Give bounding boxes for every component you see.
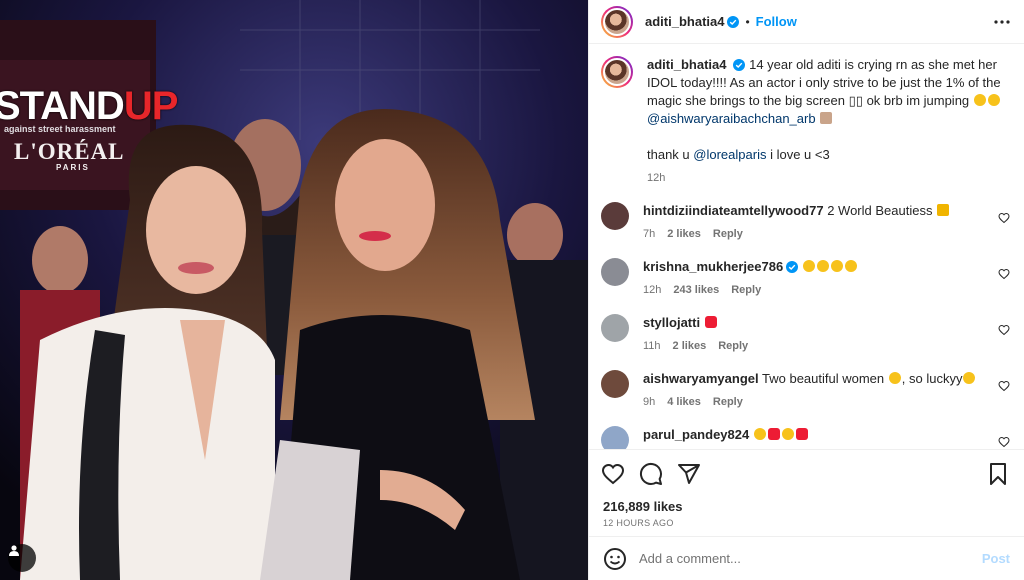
crying-emoji-icon bbox=[987, 94, 1000, 106]
action-bar bbox=[589, 449, 1024, 497]
post-timestamp: 12 HOURS AGO bbox=[603, 518, 674, 528]
tagged-users-button[interactable] bbox=[8, 544, 36, 572]
more-options-button[interactable] bbox=[994, 19, 1010, 24]
post-caption: aditi_bhatia4 14 year old aditi is cryin… bbox=[601, 56, 1010, 184]
comment-likes[interactable]: 243 likes bbox=[673, 284, 719, 296]
comment-item: hintdiziindiateamtellywood77 2 World Bea… bbox=[601, 202, 1010, 240]
comment-text-2: , so luckyy bbox=[901, 371, 963, 386]
heart-eyes-emoji-icon bbox=[753, 428, 766, 440]
box-glyphs: ▯▯ bbox=[848, 93, 863, 108]
comment-item: styllojatti 11h 2 likes Reply bbox=[601, 314, 1010, 352]
verified-badge-icon bbox=[733, 59, 746, 71]
mention-link[interactable]: @aishwaryaraibachchan_arb bbox=[647, 111, 816, 126]
thanks-prefix: thank u bbox=[647, 147, 690, 162]
comment-like-heart-icon[interactable] bbox=[998, 324, 1010, 336]
reply-button[interactable]: Reply bbox=[718, 340, 748, 352]
comment-like-heart-icon[interactable] bbox=[998, 380, 1010, 392]
comment-text: Two beautiful women bbox=[762, 371, 885, 386]
bookmark-icon[interactable] bbox=[986, 462, 1010, 486]
banner-brand: L'ORÉAL bbox=[14, 139, 125, 164]
heart-eyes-emoji-icon bbox=[816, 260, 829, 272]
comment-icon[interactable] bbox=[639, 462, 663, 486]
thanks-suffix: i love u <3 bbox=[770, 147, 830, 162]
caption-meta: 12h bbox=[647, 172, 1003, 184]
commenter-avatar[interactable] bbox=[601, 426, 629, 449]
commenter-username[interactable]: styllojatti bbox=[643, 315, 700, 330]
heart-eyes-emoji-icon bbox=[781, 428, 794, 440]
commenter-avatar[interactable] bbox=[601, 370, 629, 398]
comment-likes[interactable]: 2 likes bbox=[673, 340, 707, 352]
comment-input[interactable] bbox=[639, 551, 970, 566]
post-comment-button[interactable]: Post bbox=[982, 551, 1010, 566]
follow-button[interactable]: Follow bbox=[756, 14, 797, 29]
commenter-username[interactable]: krishna_mukherjee786 bbox=[643, 259, 783, 274]
comment-time: 7h bbox=[643, 228, 656, 240]
commenter-username[interactable]: parul_pandey824 bbox=[643, 427, 749, 442]
author-avatar[interactable] bbox=[601, 5, 633, 38]
comment-likes[interactable]: 4 likes bbox=[667, 396, 701, 408]
separator-dot: • bbox=[745, 14, 750, 29]
comment-time: 12h bbox=[643, 284, 662, 296]
commenter-avatar[interactable] bbox=[601, 314, 629, 342]
heart-eyes-emoji-icon bbox=[888, 372, 901, 384]
red-heart-emoji-icon bbox=[767, 428, 780, 440]
crown-emoji-icon bbox=[937, 204, 950, 216]
heart-eyes-emoji-icon bbox=[802, 260, 815, 272]
verified-badge-icon bbox=[727, 15, 740, 28]
commenter-username[interactable]: aishwaryamyangel bbox=[643, 371, 759, 386]
share-icon[interactable] bbox=[677, 462, 701, 486]
comment-like-heart-icon[interactable] bbox=[998, 212, 1010, 224]
comment-time: 9h bbox=[643, 396, 656, 408]
post-header: aditi_bhatia4 • Follow bbox=[589, 0, 1024, 44]
commenter-avatar[interactable] bbox=[601, 202, 629, 230]
post-photo[interactable]: STANDUP against street harassment L'ORÉA… bbox=[0, 0, 588, 580]
commenter-avatar[interactable] bbox=[601, 258, 629, 286]
mention-link[interactable]: @lorealparis bbox=[693, 147, 766, 162]
likes-count[interactable]: 216,889 likes bbox=[589, 499, 1024, 514]
people-emoji-icon bbox=[820, 112, 833, 124]
banner-city: PARIS bbox=[56, 163, 90, 172]
comment-time: 11h bbox=[643, 340, 661, 352]
caption-time: 12h bbox=[647, 172, 666, 184]
caption-text: aditi_bhatia4 14 year old aditi is cryin… bbox=[647, 56, 1003, 164]
comment-like-heart-icon[interactable] bbox=[998, 436, 1010, 448]
heart-eyes-emoji-icon bbox=[830, 260, 843, 272]
red-heart-emoji-icon bbox=[704, 316, 717, 328]
user-tag-icon bbox=[9, 545, 19, 556]
comment-likes[interactable]: 2 likes bbox=[667, 228, 701, 240]
comment-item: krishna_mukherjee786 12h 243 likes Reply bbox=[601, 258, 1010, 296]
more-icon bbox=[994, 19, 1010, 24]
banner-subline: against street harassment bbox=[4, 124, 116, 134]
post-side-panel: aditi_bhatia4 • Follow aditi_bhatia4 14 … bbox=[588, 0, 1024, 580]
comment-text: 2 World Beautiess bbox=[827, 203, 933, 218]
reply-button[interactable]: Reply bbox=[713, 396, 743, 408]
comment-item: parul_pandey824 bbox=[601, 426, 1010, 449]
caption-username[interactable]: aditi_bhatia4 bbox=[647, 57, 726, 72]
author-username[interactable]: aditi_bhatia4 bbox=[645, 14, 724, 29]
verified-badge-icon bbox=[786, 261, 799, 273]
add-comment-bar: Post bbox=[589, 536, 1024, 580]
comment-item: aishwaryamyangel Two beautiful women , s… bbox=[601, 370, 1010, 408]
comments-list[interactable]: aditi_bhatia4 14 year old aditi is cryin… bbox=[589, 44, 1024, 449]
heart-icon[interactable] bbox=[601, 462, 625, 486]
caption-text-part-2: ok brb im jumping bbox=[866, 93, 970, 108]
caption-avatar[interactable] bbox=[601, 56, 633, 88]
commenter-username[interactable]: hintdiziindiateamtellywood77 bbox=[643, 203, 824, 218]
banner-standup-text: STANDUP bbox=[0, 84, 178, 128]
red-heart-emoji-icon bbox=[795, 428, 808, 440]
crying-emoji-icon bbox=[973, 94, 986, 106]
smiley-icon[interactable] bbox=[603, 547, 627, 571]
comment-like-heart-icon[interactable] bbox=[998, 268, 1010, 280]
reply-button[interactable]: Reply bbox=[731, 284, 761, 296]
reply-button[interactable]: Reply bbox=[713, 228, 743, 240]
heart-eyes-emoji-icon bbox=[844, 260, 857, 272]
face-savoring-emoji-icon bbox=[963, 372, 976, 384]
